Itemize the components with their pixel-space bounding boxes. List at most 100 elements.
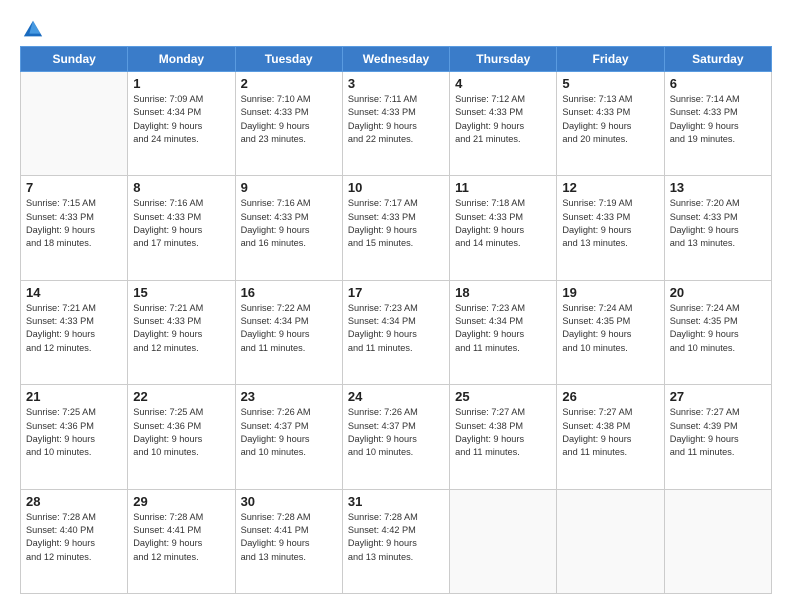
day-info: Sunrise: 7:28 AMSunset: 4:42 PMDaylight:… [348, 511, 444, 564]
calendar-cell: 24 Sunrise: 7:26 AMSunset: 4:37 PMDayligh… [342, 385, 449, 489]
calendar-cell [450, 489, 557, 593]
day-info: Sunrise: 7:26 AMSunset: 4:37 PMDaylight:… [241, 406, 337, 459]
day-info: Sunrise: 7:12 AMSunset: 4:33 PMDaylight:… [455, 93, 551, 146]
day-number: 29 [133, 494, 229, 509]
day-number: 26 [562, 389, 658, 404]
calendar-cell: 5Sunrise: 7:13 AMSunset: 4:33 PMDaylight… [557, 72, 664, 176]
day-info: Sunrise: 7:20 AMSunset: 4:33 PMDaylight:… [670, 197, 766, 250]
day-info: Sunrise: 7:11 AMSunset: 4:33 PMDaylight:… [348, 93, 444, 146]
day-info: Sunrise: 7:27 AMSunset: 4:39 PMDaylight:… [670, 406, 766, 459]
day-info: Sunrise: 7:17 AMSunset: 4:33 PMDaylight:… [348, 197, 444, 250]
calendar-cell: 3 Sunrise: 7:11 AMSunset: 4:33 PMDaylight… [342, 72, 449, 176]
day-info: Sunrise: 7:15 AMSunset: 4:33 PMDaylight:… [26, 197, 122, 250]
calendar-week-row: 14 Sunrise: 7:21 AMSunset: 4:33 PMDayligh… [21, 280, 772, 384]
day-number: 19 [562, 285, 658, 300]
day-info: Sunrise: 7:24 AMSunset: 4:35 PMDaylight:… [562, 302, 658, 355]
day-info: Sunrise: 7:23 AMSunset: 4:34 PMDaylight:… [348, 302, 444, 355]
day-info: Sunrise: 7:27 AMSunset: 4:38 PMDaylight:… [455, 406, 551, 459]
calendar-cell: 11Sunrise: 7:18 AMSunset: 4:33 PMDayligh… [450, 176, 557, 280]
day-number: 4 [455, 76, 551, 91]
calendar-cell: 26 Sunrise: 7:27 AMSunset: 4:38 PMDayligh… [557, 385, 664, 489]
day-info: Sunrise: 7:16 AMSunset: 4:33 PMDaylight:… [133, 197, 229, 250]
calendar-cell: 28Sunrise: 7:28 AMSunset: 4:40 PMDayligh… [21, 489, 128, 593]
day-info: Sunrise: 7:24 AMSunset: 4:35 PMDaylight:… [670, 302, 766, 355]
calendar-cell: 9 Sunrise: 7:16 AMSunset: 4:33 PMDaylight… [235, 176, 342, 280]
calendar-day-header: Thursday [450, 47, 557, 72]
day-number: 31 [348, 494, 444, 509]
day-info: Sunrise: 7:28 AMSunset: 4:41 PMDaylight:… [133, 511, 229, 564]
calendar-cell: 8 Sunrise: 7:16 AMSunset: 4:33 PMDaylight… [128, 176, 235, 280]
day-number: 9 [241, 180, 337, 195]
calendar-day-header: Wednesday [342, 47, 449, 72]
calendar-day-header: Monday [128, 47, 235, 72]
calendar-day-header: Sunday [21, 47, 128, 72]
calendar-cell [21, 72, 128, 176]
day-number: 17 [348, 285, 444, 300]
calendar-cell: 20 Sunrise: 7:24 AMSunset: 4:35 PMDayligh… [664, 280, 771, 384]
calendar-day-header: Tuesday [235, 47, 342, 72]
day-number: 22 [133, 389, 229, 404]
day-number: 21 [26, 389, 122, 404]
calendar-day-header: Saturday [664, 47, 771, 72]
calendar-cell: 2 Sunrise: 7:10 AMSunset: 4:33 PMDaylight… [235, 72, 342, 176]
calendar-cell: 14 Sunrise: 7:21 AMSunset: 4:33 PMDayligh… [21, 280, 128, 384]
calendar-cell: 4 Sunrise: 7:12 AMSunset: 4:33 PMDaylight… [450, 72, 557, 176]
day-info: Sunrise: 7:14 AMSunset: 4:33 PMDaylight:… [670, 93, 766, 146]
calendar-cell: 1Sunrise: 7:09 AMSunset: 4:34 PMDaylight… [128, 72, 235, 176]
day-number: 25 [455, 389, 551, 404]
day-info: Sunrise: 7:27 AMSunset: 4:38 PMDaylight:… [562, 406, 658, 459]
calendar-cell: 18 Sunrise: 7:23 AMSunset: 4:34 PMDayligh… [450, 280, 557, 384]
day-number: 1 [133, 76, 229, 91]
calendar-cell: 31 Sunrise: 7:28 AMSunset: 4:42 PMDayligh… [342, 489, 449, 593]
day-number: 8 [133, 180, 229, 195]
calendar-cell: 21Sunrise: 7:25 AMSunset: 4:36 PMDayligh… [21, 385, 128, 489]
day-number: 18 [455, 285, 551, 300]
day-number: 13 [670, 180, 766, 195]
day-number: 20 [670, 285, 766, 300]
calendar-cell: 23 Sunrise: 7:26 AMSunset: 4:37 PMDayligh… [235, 385, 342, 489]
day-number: 27 [670, 389, 766, 404]
calendar-week-row: 1Sunrise: 7:09 AMSunset: 4:34 PMDaylight… [21, 72, 772, 176]
day-info: Sunrise: 7:22 AMSunset: 4:34 PMDaylight:… [241, 302, 337, 355]
day-info: Sunrise: 7:21 AMSunset: 4:33 PMDaylight:… [26, 302, 122, 355]
day-number: 14 [26, 285, 122, 300]
calendar-cell: 16 Sunrise: 7:22 AMSunset: 4:34 PMDayligh… [235, 280, 342, 384]
calendar-cell: 13 Sunrise: 7:20 AMSunset: 4:33 PMDayligh… [664, 176, 771, 280]
calendar-cell: 30 Sunrise: 7:28 AMSunset: 4:41 PMDayligh… [235, 489, 342, 593]
day-info: Sunrise: 7:23 AMSunset: 4:34 PMDaylight:… [455, 302, 551, 355]
calendar-week-row: 28Sunrise: 7:28 AMSunset: 4:40 PMDayligh… [21, 489, 772, 593]
day-info: Sunrise: 7:16 AMSunset: 4:33 PMDaylight:… [241, 197, 337, 250]
day-info: Sunrise: 7:10 AMSunset: 4:33 PMDaylight:… [241, 93, 337, 146]
day-number: 16 [241, 285, 337, 300]
calendar-week-row: 7 Sunrise: 7:15 AMSunset: 4:33 PMDaylight… [21, 176, 772, 280]
calendar-cell [664, 489, 771, 593]
day-number: 12 [562, 180, 658, 195]
day-number: 15 [133, 285, 229, 300]
calendar-cell: 22 Sunrise: 7:25 AMSunset: 4:36 PMDayligh… [128, 385, 235, 489]
day-info: Sunrise: 7:21 AMSunset: 4:33 PMDaylight:… [133, 302, 229, 355]
calendar-cell: 19 Sunrise: 7:24 AMSunset: 4:35 PMDayligh… [557, 280, 664, 384]
day-number: 30 [241, 494, 337, 509]
day-number: 23 [241, 389, 337, 404]
day-info: Sunrise: 7:19 AMSunset: 4:33 PMDaylight:… [562, 197, 658, 250]
calendar-cell: 7 Sunrise: 7:15 AMSunset: 4:33 PMDaylight… [21, 176, 128, 280]
calendar-cell [557, 489, 664, 593]
header [20, 18, 772, 36]
day-number: 2 [241, 76, 337, 91]
day-info: Sunrise: 7:26 AMSunset: 4:37 PMDaylight:… [348, 406, 444, 459]
calendar-day-header: Friday [557, 47, 664, 72]
day-number: 28 [26, 494, 122, 509]
day-number: 24 [348, 389, 444, 404]
calendar-cell: 25 Sunrise: 7:27 AMSunset: 4:38 PMDayligh… [450, 385, 557, 489]
day-number: 6 [670, 76, 766, 91]
day-info: Sunrise: 7:25 AMSunset: 4:36 PMDaylight:… [133, 406, 229, 459]
calendar-header-row: SundayMondayTuesdayWednesdayThursdayFrid… [21, 47, 772, 72]
day-info: Sunrise: 7:28 AMSunset: 4:41 PMDaylight:… [241, 511, 337, 564]
calendar-cell: 10 Sunrise: 7:17 AMSunset: 4:33 PMDayligh… [342, 176, 449, 280]
calendar-cell: 12 Sunrise: 7:19 AMSunset: 4:33 PMDayligh… [557, 176, 664, 280]
day-number: 7 [26, 180, 122, 195]
calendar-cell: 15 Sunrise: 7:21 AMSunset: 4:33 PMDayligh… [128, 280, 235, 384]
day-number: 11 [455, 180, 551, 195]
day-number: 3 [348, 76, 444, 91]
day-number: 10 [348, 180, 444, 195]
